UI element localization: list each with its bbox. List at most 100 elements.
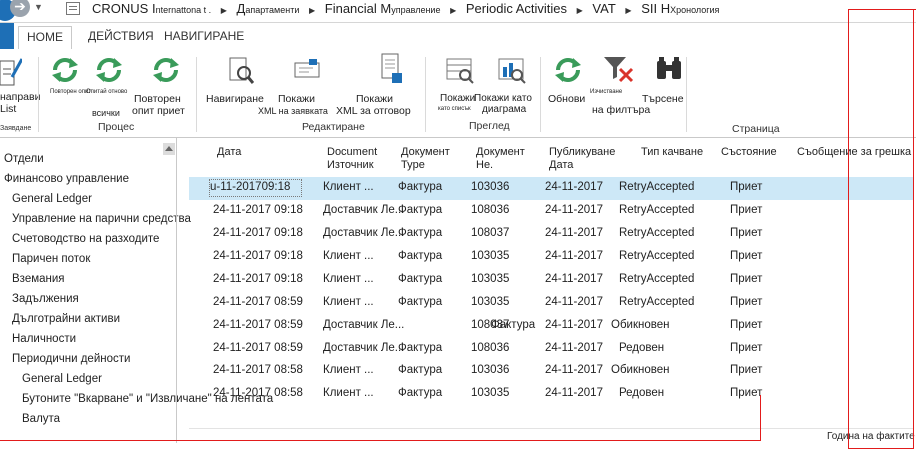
breadcrumb-financial[interactable]: Financial Mуправление: [325, 0, 441, 19]
column-header-date[interactable]: Дата: [217, 146, 241, 159]
chevron-right-icon: ▶: [220, 6, 227, 15]
tab-actions[interactable]: ДЕЙСТВИЯ: [88, 29, 154, 43]
breadcrumb-sii-history[interactable]: SII HХронология: [641, 0, 719, 19]
nav-item-cost-accounting[interactable]: Счетоводство на разходите: [12, 233, 159, 245]
ribbon-separator: [196, 57, 197, 132]
clear-filter-button[interactable]: Изчистване на филтъра: [586, 55, 650, 116]
refresh-icon: [153, 58, 179, 82]
nav-item-departments[interactable]: Отдели: [4, 153, 44, 165]
refresh-button[interactable]: Обнови: [546, 55, 586, 105]
nav-item-cash-management[interactable]: Управление на парични средства: [12, 213, 191, 225]
cell-type: Фактура: [398, 181, 443, 193]
cell-posting-date: 24-11-2017: [545, 342, 603, 354]
column-header-doc-source[interactable]: Document Източник: [327, 146, 377, 172]
column-header-doc-type[interactable]: Документ Type: [401, 146, 450, 172]
chevron-right-icon: ▶: [450, 6, 457, 15]
nav-item-inventory[interactable]: Наличности: [12, 333, 76, 345]
find-button[interactable]: Търсене: [640, 55, 688, 105]
cell-status: Приет: [730, 319, 763, 331]
cell-doc-no: 103035: [471, 250, 510, 262]
retry-all-button[interactable]: Опитай отново всички: [86, 55, 127, 118]
group-view-label: Преглед: [469, 120, 510, 132]
show-response-xml-button[interactable]: Покажи XML за отговор: [336, 53, 418, 117]
list-view-icon: [446, 58, 474, 84]
cell-source: Клиент ...: [323, 181, 374, 193]
cell-doc-no: 108036: [471, 342, 510, 354]
table-row[interactable]: u-11-201709:18 Клиент ... Фактура 103036…: [189, 177, 913, 200]
tab-navigate[interactable]: НАВИГИРАНЕ: [164, 29, 244, 43]
highlight-top-line: [848, 9, 916, 10]
cell-date: 24-11-2017 08:59: [213, 319, 303, 331]
breadcrumb-departments[interactable]: Дапартаменти: [237, 0, 300, 19]
cell-date: 24-11-2017 09:18: [213, 204, 303, 216]
cell-status: Приет: [730, 227, 763, 239]
cell-upload-type: Обикновен: [611, 364, 670, 376]
show-request-xml-button[interactable]: Покажи XML на заявката: [258, 57, 332, 116]
nav-item-periodic-activities[interactable]: Периодични дейности: [12, 353, 130, 365]
cell-type: Фактура: [398, 204, 443, 216]
ribbon-separator: [686, 57, 687, 132]
table-row[interactable]: 24-11-2017 09:18 Доставчик Ле... Фактура…: [189, 200, 913, 223]
cell-source: Клиент ...: [323, 296, 374, 308]
new-document-icon: [0, 58, 22, 86]
chevron-right-icon: ▶: [625, 6, 632, 15]
pane-divider[interactable]: [176, 137, 177, 443]
cell-posting-date: 24-11-2017: [545, 273, 603, 285]
column-header-error-message[interactable]: Съобщение за грешка: [797, 146, 911, 159]
nav-item-fixed-assets[interactable]: Дълготрайни активи: [12, 313, 120, 325]
cell-source: Доставчик Ле...: [323, 342, 405, 354]
nav-item-payables[interactable]: Задължения: [12, 293, 79, 305]
table-row[interactable]: 24-11-2017 08:59 Клиент ... Фактура 1030…: [189, 292, 913, 315]
column-header-doc-no[interactable]: Документ Не.: [476, 146, 525, 172]
cell-type: Фактура: [398, 342, 443, 354]
nav-item-cash-flow[interactable]: Паричен поток: [12, 253, 90, 265]
show-as-chart-button[interactable]: Покажи като диаграма: [474, 57, 536, 115]
scroll-up-button[interactable]: [163, 143, 175, 155]
file-menu-button[interactable]: [0, 23, 14, 49]
column-header-upload-type[interactable]: Тип качване: [641, 146, 703, 159]
nav-item-receivables[interactable]: Вземания: [12, 273, 65, 285]
table-row[interactable]: 24-11-2017 09:18 Клиент ... Фактура 1030…: [189, 269, 913, 292]
breadcrumb-periodic[interactable]: Periodic Activities: [466, 0, 567, 17]
table-row[interactable]: 24-11-2017 08:58 Клиент ... Фактура 1030…: [189, 383, 913, 406]
cell-source: Клиент ...: [323, 273, 374, 285]
forward-button[interactable]: ➔: [10, 0, 30, 17]
breadcrumb: CRONUS Internattona t . ▶ Дапартаменти ▶…: [92, 0, 719, 20]
cell-source: Доставчик Ле...: [323, 319, 405, 331]
table-row[interactable]: 24-11-2017 08:59 Доставчик Ле... 108037 …: [189, 315, 913, 338]
column-header-posting-date[interactable]: Публикуване Дата: [549, 146, 615, 172]
retry-accepted-button[interactable]: Повторен опит приет: [132, 55, 188, 117]
cell-upload-type: RetryAccepted: [619, 273, 695, 285]
cell-type: Фактура: [398, 227, 443, 239]
group-page-label: Страница: [732, 123, 780, 135]
nav-item-general-ledger-sub[interactable]: General Ledger: [22, 373, 102, 385]
cell-status: Приет: [730, 387, 763, 399]
nav-item-currency[interactable]: Валута: [22, 413, 60, 425]
table-row[interactable]: 24-11-2017 09:18 Клиент ... Фактура 1030…: [189, 246, 913, 269]
column-header-status[interactable]: Състояние: [721, 146, 777, 159]
retry-button[interactable]: Повторен опит: [50, 55, 91, 95]
navigate-button[interactable]: Навигиране: [206, 57, 268, 105]
cell-posting-date: 24-11-2017: [545, 296, 603, 308]
history-dropdown-icon[interactable]: ▼: [34, 2, 43, 12]
app-menu-icon[interactable]: [66, 2, 80, 15]
document-search-icon: [229, 57, 255, 84]
show-as-list-button[interactable]: Покажи като списък: [436, 57, 480, 112]
clear-filter-icon: [604, 57, 634, 83]
cell-date: 24-11-2017 08:59: [213, 342, 303, 354]
grid-bottom-border: [189, 428, 913, 429]
table-row[interactable]: 24-11-2017 09:18 Доставчик Ле... Фактура…: [189, 223, 913, 246]
breadcrumb-company[interactable]: CRONUS Internattona t .: [92, 0, 211, 19]
nav-item-financial-management[interactable]: Финансово управление: [4, 173, 129, 185]
table-row[interactable]: 24-11-2017 08:59 Доставчик Ле... Фактура…: [189, 338, 913, 361]
table-row[interactable]: 24-11-2017 08:58 Клиент ... Фактура 1030…: [189, 360, 913, 383]
cell-doc-no: 108036: [471, 204, 510, 216]
cell-date: u-11-201709:18: [210, 181, 291, 193]
cell-upload-type: Обикновен: [611, 319, 670, 331]
nav-item-general-ledger[interactable]: General Ledger: [12, 193, 92, 205]
ribbon-separator: [425, 57, 426, 132]
cell-doc-no: 103035: [471, 296, 510, 308]
cell-status: Приет: [730, 250, 763, 262]
breadcrumb-vat[interactable]: VAT: [592, 0, 615, 17]
navigation-pane: Отдели Финансово управление General Ledg…: [0, 142, 273, 443]
